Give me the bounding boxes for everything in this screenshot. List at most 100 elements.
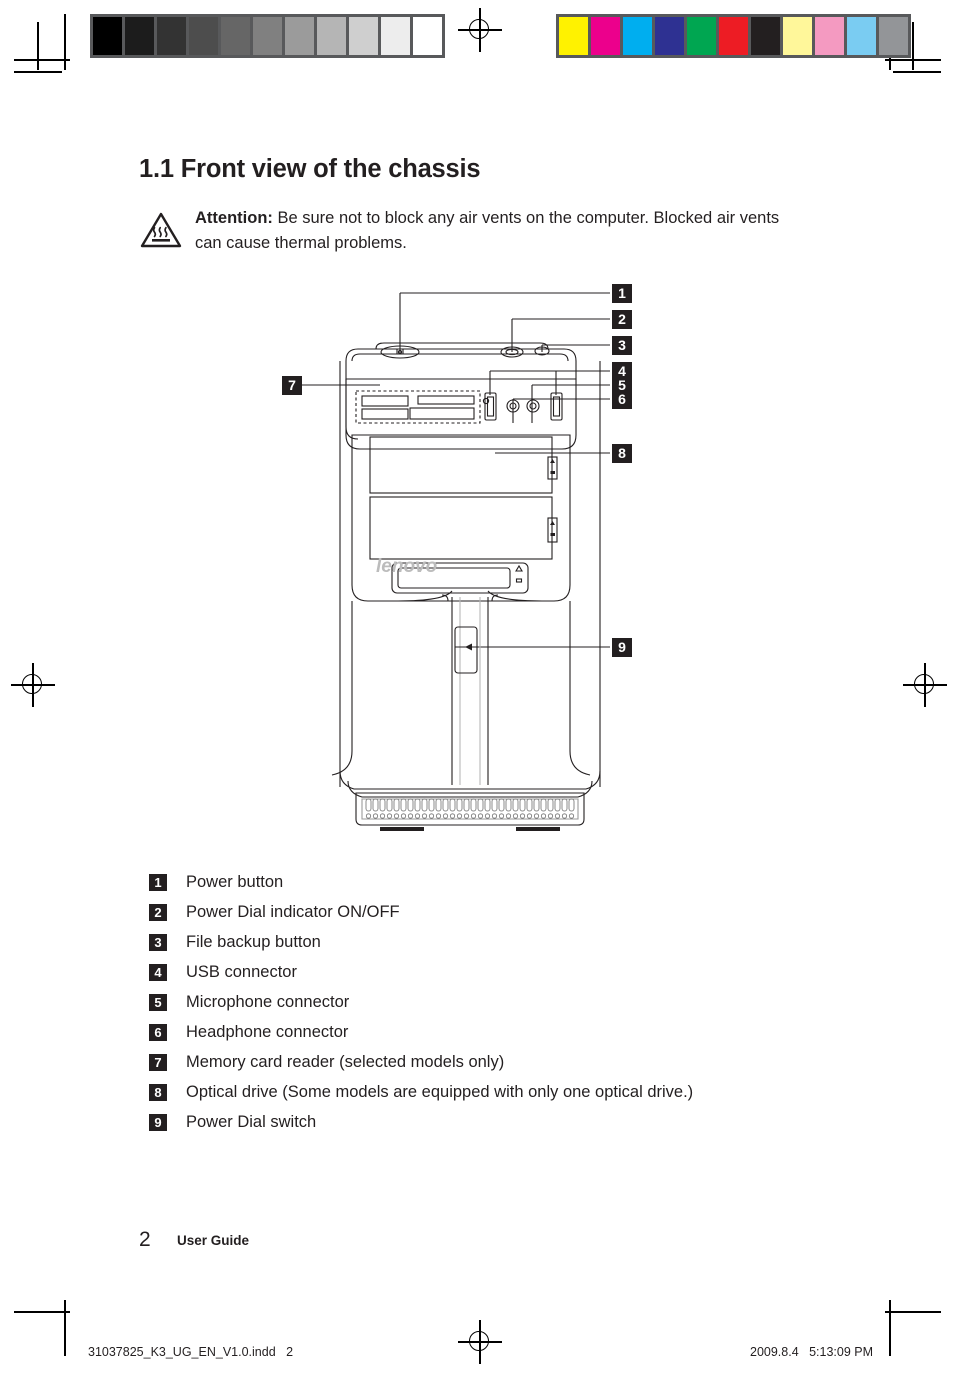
crop-mark-top-right-h2 (893, 71, 941, 73)
vent-slot (372, 798, 379, 812)
lenovo-logo: lenovo (376, 556, 437, 577)
color-swatch-1 (559, 17, 591, 55)
vent-slot (414, 798, 421, 812)
legend-item: 5 Microphone connector (149, 990, 849, 1020)
grayscale-swatch-2 (125, 17, 157, 55)
callout-badge-8: 8 (612, 444, 632, 463)
color-swatch-3 (623, 17, 655, 55)
color-swatch-6 (719, 17, 751, 55)
vent-hole (561, 813, 568, 819)
print-file-info: 31037825_K3_UG_EN_V1.0.indd 2 (88, 1345, 293, 1359)
vent-hole (470, 813, 477, 819)
vent-hole (554, 813, 561, 819)
grayscale-swatch-7 (285, 17, 317, 55)
callout-badge-3: 3 (612, 336, 632, 355)
vent-hole (533, 813, 540, 819)
legend-item: 9 Power Dial switch (149, 1110, 849, 1140)
grayscale-swatch-9 (349, 17, 381, 55)
color-swatch-4 (655, 17, 687, 55)
vent-hole (484, 813, 491, 819)
color-swatch-8 (783, 17, 815, 55)
vent-hole (386, 813, 393, 819)
vent-slot (512, 798, 519, 812)
legend-item: 6 Headphone connector (149, 1020, 849, 1050)
hot-surface-warning-icon (139, 210, 183, 250)
legend-item-label: Optical drive (Some models are equipped … (186, 1083, 694, 1101)
attention-label: Attention: (195, 209, 273, 227)
grayscale-calibration-bar (90, 14, 445, 58)
vent-hole (400, 813, 407, 819)
vent-slot (505, 798, 512, 812)
legend-item-label: Power button (186, 873, 284, 891)
crop-mark-top-right-v2 (912, 22, 914, 70)
print-timestamp: 2009.8.4 5:13:09 PM (750, 1345, 873, 1359)
vent-slot (540, 798, 547, 812)
vent-slot (379, 798, 386, 812)
legend-item-number: 8 (149, 1084, 167, 1101)
vent-hole (456, 813, 463, 819)
vent-slot (442, 798, 449, 812)
vent-slot (470, 798, 477, 812)
vent-hole (407, 813, 414, 819)
vent-slot (449, 798, 456, 812)
callout-badge-1: 1 (612, 284, 632, 303)
color-swatch-11 (879, 17, 908, 55)
callout-badge-6: 6 (612, 390, 632, 409)
legend-item-number: 3 (149, 934, 167, 951)
legend-item-label: Power Dial switch (186, 1113, 317, 1131)
legend-item: 8 Optical drive (Some models are equipped… (149, 1080, 849, 1110)
chassis-front-view-diagram: lenovo 1 2 3 4 5 6 7 8 9 (280, 275, 660, 865)
vent-slot (386, 798, 393, 812)
crop-mark-bottom-left-v (64, 1300, 66, 1356)
vent-slot (491, 798, 498, 812)
vent-hole (463, 813, 470, 819)
vent-hole (505, 813, 512, 819)
color-swatch-10 (847, 17, 879, 55)
vent-slot (365, 798, 372, 812)
vent-slot (568, 798, 575, 812)
vent-hole (414, 813, 421, 819)
crop-mark-top-left-v (64, 14, 66, 70)
legend-item-label: Headphone connector (186, 1023, 349, 1041)
vent-slot (533, 798, 540, 812)
page-number: 2 (139, 1228, 151, 1251)
vent-slot (463, 798, 470, 812)
legend-item-number: 6 (149, 1024, 167, 1041)
color-calibration-bar (556, 14, 911, 58)
grayscale-swatch-3 (157, 17, 189, 55)
vent-hole (477, 813, 484, 819)
legend-item-number: 9 (149, 1114, 167, 1131)
vent-hole (421, 813, 428, 819)
registration-mark-right (903, 663, 947, 707)
legend-item-label: Power Dial indicator ON/OFF (186, 903, 400, 921)
attention-text: Be sure not to block any air vents on th… (195, 209, 780, 252)
vent-hole (365, 813, 372, 819)
vent-slot (407, 798, 414, 812)
vent-hole (568, 813, 575, 819)
grayscale-swatch-10 (381, 17, 413, 55)
grayscale-swatch-5 (221, 17, 253, 55)
legend-item-label: Microphone connector (186, 993, 350, 1011)
legend-item-number: 5 (149, 994, 167, 1011)
section-heading: 1.1 Front view of the chassis (139, 155, 481, 183)
callout-badge-2: 2 (612, 310, 632, 329)
vent-hole (512, 813, 519, 819)
legend-item-label: USB connector (186, 963, 297, 981)
print-file-name: 31037825_K3_UG_EN_V1.0.indd (88, 1345, 276, 1359)
crop-mark-top-left-h (14, 59, 70, 61)
color-swatch-9 (815, 17, 847, 55)
vent-slot (421, 798, 428, 812)
color-swatch-2 (591, 17, 623, 55)
vent-hole (449, 813, 456, 819)
legend-item-number: 1 (149, 874, 167, 891)
vent-slot (456, 798, 463, 812)
vent-hole (491, 813, 498, 819)
document-name: User Guide (177, 1233, 250, 1248)
callout-badge-7: 7 (282, 376, 302, 395)
crop-mark-top-left-v2 (37, 22, 39, 70)
vent-hole (540, 813, 547, 819)
print-date: 2009.8.4 (750, 1345, 799, 1359)
vent-slot (561, 798, 568, 812)
grayscale-swatch-6 (253, 17, 285, 55)
vent-slot (519, 798, 526, 812)
